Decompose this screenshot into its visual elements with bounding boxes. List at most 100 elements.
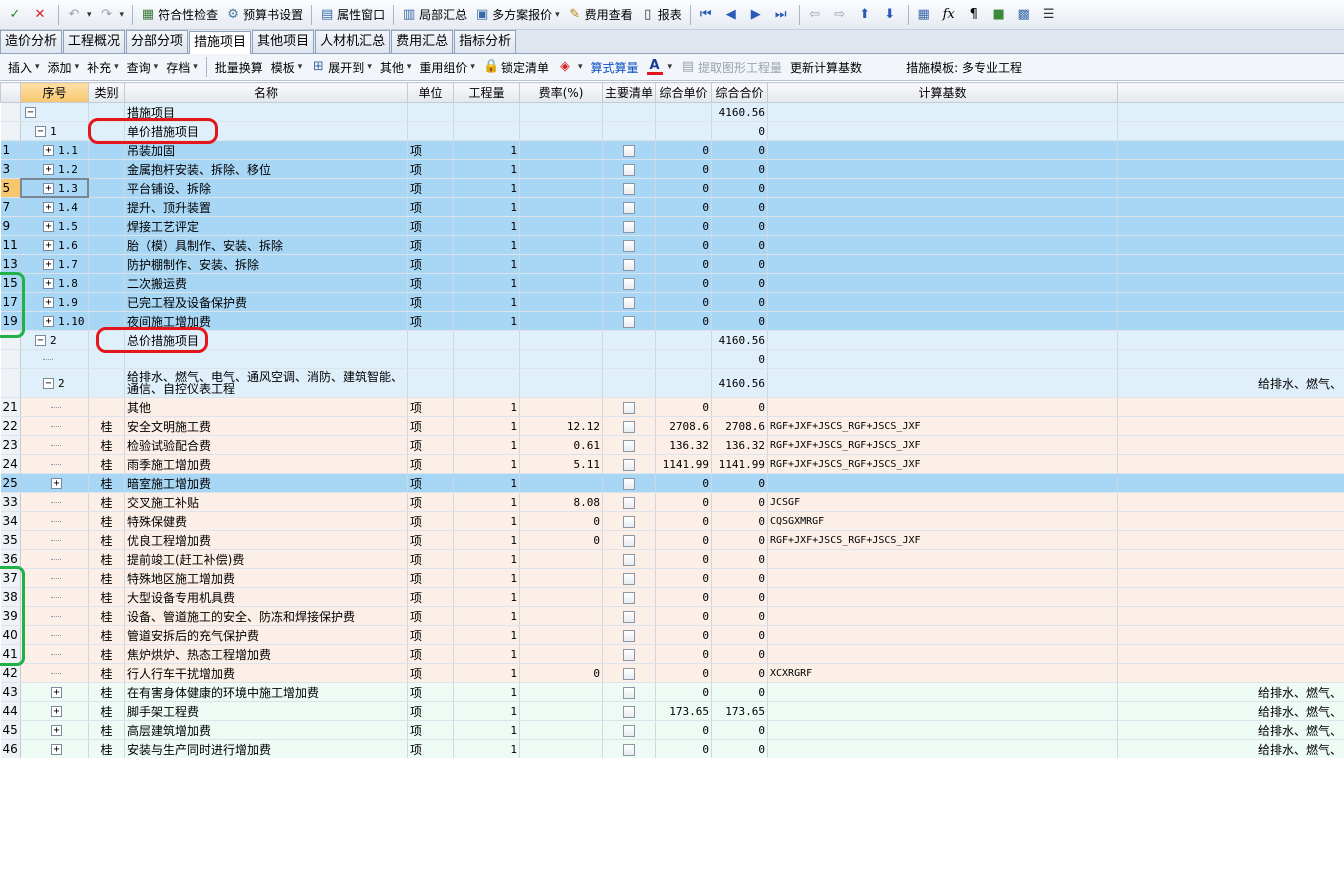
category-cell[interactable] xyxy=(88,197,125,217)
row-number-cell[interactable]: 43 xyxy=(0,682,21,702)
name-cell[interactable]: 特殊地区施工增加费 xyxy=(124,568,408,588)
category-cell[interactable]: 桂 xyxy=(88,625,125,645)
main-list-checkbox[interactable] xyxy=(623,182,635,195)
table-row[interactable]: 46 + 桂安装与生产同时进行增加费项 1 0 0 给排水、燃气、 xyxy=(0,739,1344,758)
move-right-button[interactable]: ⇨ xyxy=(829,3,853,27)
quantity-cell[interactable]: 1 xyxy=(453,682,520,702)
row-number-cell[interactable]: 22 xyxy=(0,416,21,436)
calc-base-cell[interactable]: RGF+JXF+JSCS_RGF+JSCS_JXF xyxy=(767,435,1118,455)
main-list-cell[interactable] xyxy=(602,530,656,550)
undo-button[interactable]: ↶ ▾ xyxy=(63,3,95,27)
main-list-cell[interactable] xyxy=(602,368,656,398)
unit-price-cell[interactable]: 0 xyxy=(655,720,712,740)
total-price-cell[interactable]: 4160.56 xyxy=(711,368,768,398)
total-price-cell[interactable]: 0 xyxy=(711,273,768,293)
rate-cell[interactable] xyxy=(519,682,603,702)
calc-base-cell[interactable]: RGF+JXF+JSCS_RGF+JSCS_JXF xyxy=(767,416,1118,436)
table-row[interactable]: 45 + 桂高层建筑增加费项 1 0 0 给排水、燃气、 xyxy=(0,720,1344,740)
main-list-cell[interactable] xyxy=(602,682,656,702)
calc-base-cell[interactable] xyxy=(767,330,1118,350)
main-list-checkbox[interactable] xyxy=(623,420,635,433)
undo-arrow-button[interactable]: ✓ xyxy=(4,3,28,27)
main-list-checkbox[interactable] xyxy=(623,477,635,490)
quantity-cell[interactable]: 1 xyxy=(453,739,520,758)
calc-base-cell[interactable] xyxy=(767,587,1118,607)
expand-icon[interactable]: + xyxy=(43,240,54,251)
quantity-cell[interactable]: 1 xyxy=(453,473,520,493)
table-row[interactable]: − 措施项目 4160.56 xyxy=(0,102,1344,122)
batch-convert-button[interactable]: 批量换算 xyxy=(211,55,267,79)
name-cell[interactable]: 胎（模）具制作、安装、拆除 xyxy=(124,235,408,255)
lock-list-button[interactable]: 🔒 锁定清单 xyxy=(479,55,553,79)
main-list-cell[interactable] xyxy=(602,511,656,531)
main-list-checkbox[interactable] xyxy=(623,705,635,718)
main-list-cell[interactable] xyxy=(602,663,656,683)
row-number-cell[interactable]: 9 xyxy=(0,216,21,236)
seq-cell[interactable] xyxy=(20,530,89,550)
compliance-check-button[interactable]: ▦ 符合性检查 xyxy=(137,3,221,27)
calc-base-cell[interactable] xyxy=(767,720,1118,740)
main-list-cell[interactable] xyxy=(602,473,656,493)
rate-cell[interactable] xyxy=(519,397,603,417)
main-list-checkbox[interactable] xyxy=(623,724,635,737)
quantity-cell[interactable]: 1 xyxy=(453,197,520,217)
row-number-cell[interactable]: 17 xyxy=(0,292,21,312)
category-cell[interactable]: 桂 xyxy=(88,587,125,607)
total-price-cell[interactable]: 0 xyxy=(711,606,768,626)
rate-cell[interactable] xyxy=(519,140,603,160)
supplement-menu[interactable]: 补充 ▾ xyxy=(83,55,123,79)
category-cell[interactable] xyxy=(88,273,125,293)
unit-cell[interactable]: 项 xyxy=(407,273,454,293)
name-cell[interactable]: 特殊保健费 xyxy=(124,511,408,531)
unit-price-cell[interactable]: 0 xyxy=(655,311,712,331)
category-cell[interactable]: 桂 xyxy=(88,606,125,626)
table-row[interactable]: 7 +1.4 提升、顶升装置项 1 0 0 xyxy=(0,197,1344,217)
expand-icon[interactable]: + xyxy=(43,297,54,308)
seq-cell[interactable]: + xyxy=(20,473,89,493)
quantity-cell[interactable]: 1 xyxy=(453,701,520,721)
total-price-cell[interactable]: 0 xyxy=(711,254,768,274)
unit-cell[interactable]: 项 xyxy=(407,397,454,417)
rate-cell[interactable] xyxy=(519,216,603,236)
seq-cell[interactable] xyxy=(20,587,89,607)
seq-cell[interactable] xyxy=(20,454,89,474)
quantity-cell[interactable]: 1 xyxy=(453,140,520,160)
quantity-cell[interactable] xyxy=(453,121,520,141)
category-cell[interactable]: 桂 xyxy=(88,682,125,702)
unit-price-cell[interactable]: 0 xyxy=(655,663,712,683)
calc-base-cell[interactable]: RGF+JXF+JSCS_RGF+JSCS_JXF xyxy=(767,530,1118,550)
unit-cell[interactable]: 项 xyxy=(407,720,454,740)
unit-cell[interactable]: 项 xyxy=(407,530,454,550)
row-number-cell[interactable]: 35 xyxy=(0,530,21,550)
expand-to-menu[interactable]: ⊞ 展开到 ▾ xyxy=(306,55,376,79)
rate-cell[interactable] xyxy=(519,121,603,141)
total-price-cell[interactable]: 1141.99 xyxy=(711,454,768,474)
total-price-cell[interactable]: 0 xyxy=(711,720,768,740)
unit-price-cell[interactable]: 0 xyxy=(655,216,712,236)
unit-price-cell[interactable]: 0 xyxy=(655,606,712,626)
name-cell[interactable]: 焊接工艺评定 xyxy=(124,216,408,236)
seq-cell[interactable]: +1.4 xyxy=(20,197,89,217)
total-price-cell[interactable]: 173.65 xyxy=(711,701,768,721)
expand-icon[interactable]: + xyxy=(43,183,54,194)
main-list-checkbox[interactable] xyxy=(623,220,635,233)
quantity-cell[interactable]: 1 xyxy=(453,159,520,179)
rate-cell[interactable] xyxy=(519,311,603,331)
table-row[interactable]: 24 桂雨季施工增加费项 1 5.11 1141.99 1141.99 RGF+JXF+JS… xyxy=(0,454,1344,474)
table-row[interactable]: 17 +1.9 已完工程及设备保护费项 1 0 0 xyxy=(0,292,1344,312)
fee-view-button[interactable]: ✎ 费用查看 xyxy=(564,3,636,27)
main-list-cell[interactable] xyxy=(602,216,656,236)
rate-cell[interactable] xyxy=(519,159,603,179)
main-list-cell[interactable] xyxy=(602,416,656,436)
main-list-checkbox[interactable] xyxy=(623,591,635,604)
seq-cell[interactable]: +1.5 xyxy=(20,216,89,236)
unit-cell[interactable]: 项 xyxy=(407,454,454,474)
table-row[interactable]: −2 总价措施项目 4160.56 xyxy=(0,330,1344,350)
unit-cell[interactable]: 项 xyxy=(407,435,454,455)
table-row[interactable]: 35 桂优良工程增加费项 1 0 0 0 RGF+JXF+JSCS_RGF+JSCS_JXF xyxy=(0,530,1344,550)
collapse-icon[interactable]: − xyxy=(43,378,54,389)
name-cell[interactable]: 焦炉烘炉、热态工程增加费 xyxy=(124,644,408,664)
unit-cell[interactable]: 项 xyxy=(407,701,454,721)
calc-base-cell[interactable]: JCSGF xyxy=(767,492,1118,512)
name-cell[interactable]: 吊装加固 xyxy=(124,140,408,160)
